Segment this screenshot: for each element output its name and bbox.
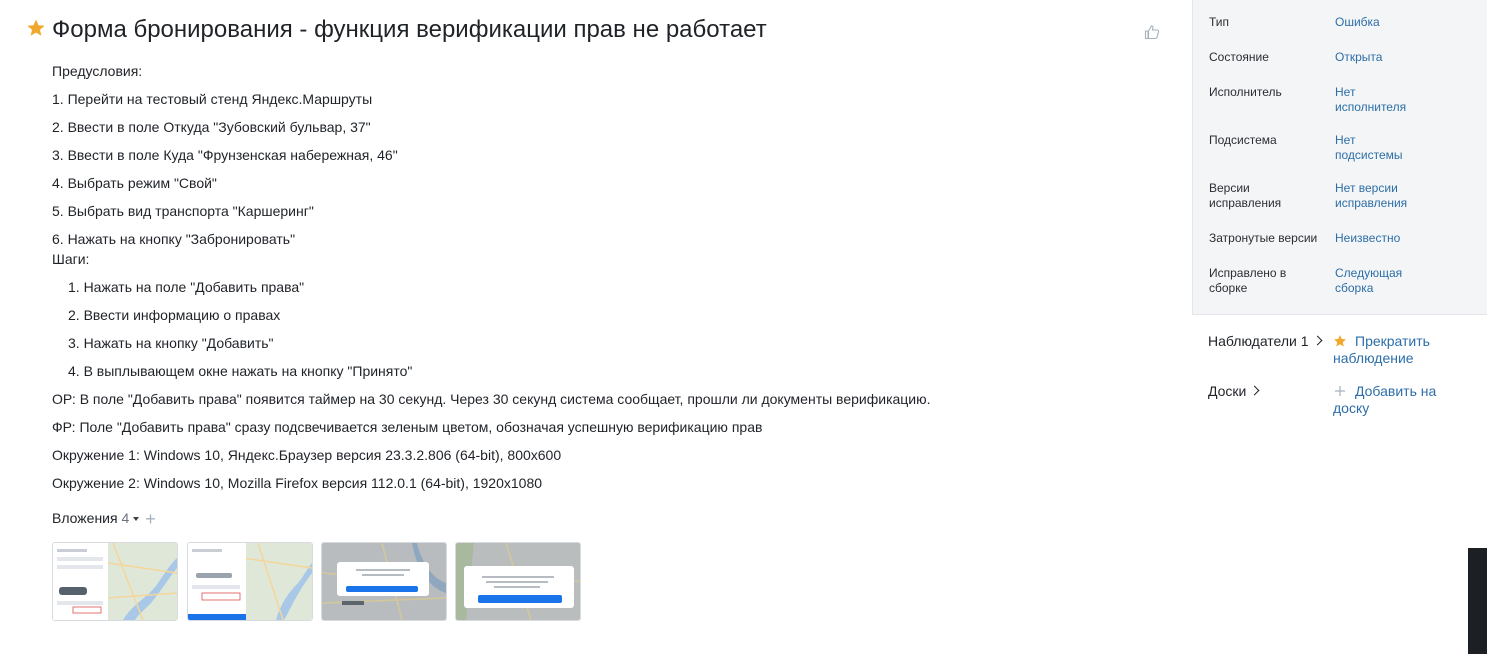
add-to-board-label: Добавить на доску (1333, 383, 1437, 416)
field-label-fixed-in-build: Исправлено в сборке (1209, 266, 1287, 295)
steps-header: Шаги: (52, 251, 90, 267)
watchers-count: 1 (1300, 333, 1309, 349)
step-item: 4. В выплывающем окне нажать на кнопку "… (68, 363, 413, 379)
precondition-item: 3. Ввести в поле Куда "Фрунзенская набер… (52, 147, 398, 163)
precondition-item: 6. Нажать на кнопку "Забронировать" (52, 231, 296, 247)
precondition-item: 2. Ввести в поле Откуда "Зубовский бульв… (52, 119, 371, 135)
watchers-label: Наблюдатели (1208, 333, 1297, 349)
watchers-toggle[interactable]: Наблюдатели 1 (1208, 333, 1323, 349)
chevron-right-icon (1312, 335, 1323, 346)
stop-watching-label: Прекратить наблюдение (1333, 333, 1430, 366)
attachments-count: 4 (121, 510, 130, 527)
thumbs-up-icon[interactable] (1144, 24, 1160, 40)
environment-2: Окружение 2: Windows 10, Mozilla Firefox… (52, 475, 543, 491)
boards-label: Доски (1208, 383, 1247, 399)
field-value-subsystem[interactable]: Нет подсистемы (1335, 133, 1425, 163)
field-value-affected-versions[interactable]: Неизвестно (1335, 231, 1455, 246)
attachment-image (456, 543, 580, 620)
add-to-board-button[interactable]: Добавить на доску (1333, 383, 1453, 417)
fields-panel: Тип Ошибка Состояние Открыта Исполнитель… (1192, 0, 1487, 315)
star-icon[interactable] (26, 18, 46, 38)
precondition-item: 4. Выбрать режим "Свой" (52, 175, 217, 191)
field-value-type[interactable]: Ошибка (1335, 15, 1455, 30)
field-label-assignee: Исполнитель (1209, 85, 1282, 99)
star-icon (1333, 335, 1347, 347)
attachment-thumbnail[interactable] (455, 542, 581, 621)
attachment-image (53, 543, 177, 620)
attachment-thumbnail[interactable] (321, 542, 447, 621)
boards-toggle[interactable]: Доски (1208, 383, 1260, 399)
stop-watching-button[interactable]: Прекратить наблюдение (1333, 333, 1453, 367)
chevron-right-icon (1249, 385, 1260, 396)
field-value-status[interactable]: Открыта (1335, 50, 1455, 65)
field-label-type: Тип (1209, 15, 1230, 29)
expected-result: ОР: В поле "Добавить права" появится тай… (52, 391, 931, 407)
top-meta (52, 0, 1162, 4)
field-label-affected-versions: Затронутые версии (1209, 231, 1318, 245)
caret-down-icon[interactable] (133, 516, 140, 521)
attachment-image (322, 543, 446, 620)
field-label-status: Состояние (1209, 50, 1269, 64)
preconditions-header: Предусловия: (52, 63, 143, 79)
attachments-label: Вложения (52, 510, 118, 527)
issue-title[interactable]: Форма бронирования - функция верификации… (52, 16, 767, 44)
plus-icon[interactable]: + (145, 509, 156, 529)
field-label-fix-versions: Версии исправления (1209, 181, 1282, 210)
field-value-fix-versions[interactable]: Нет версии исправления (1335, 181, 1425, 211)
environment-1: Окружение 1: Windows 10, Яндекс.Браузер … (52, 447, 562, 463)
overlay-edge (1468, 548, 1487, 654)
attachments-header[interactable]: Вложения 4 + (52, 509, 156, 530)
field-value-assignee[interactable]: Нет исполнителя (1335, 85, 1425, 115)
step-item: 3. Нажать на кнопку "Добавить" (68, 335, 274, 351)
attachment-image (188, 543, 312, 620)
attachment-thumbnail[interactable] (52, 542, 178, 621)
precondition-item: 1. Перейти на тестовый стенд Яндекс.Марш… (52, 91, 373, 107)
precondition-item: 5. Выбрать вид транспорта "Каршеринг" (52, 203, 314, 219)
attachment-thumbnail[interactable] (187, 542, 313, 621)
field-label-subsystem: Подсистема (1209, 133, 1277, 147)
issue-header: Форма бронирования - функция верификации… (26, 16, 1166, 48)
field-value-fixed-in-build[interactable]: Следующая сборка (1335, 266, 1425, 296)
plus-icon (1335, 386, 1345, 396)
actual-result: ФР: Поле "Добавить права" сразу подсвечи… (52, 419, 763, 435)
step-item: 1. Нажать на поле "Добавить права" (68, 279, 305, 295)
step-item: 2. Ввести информацию о правах (68, 307, 281, 323)
